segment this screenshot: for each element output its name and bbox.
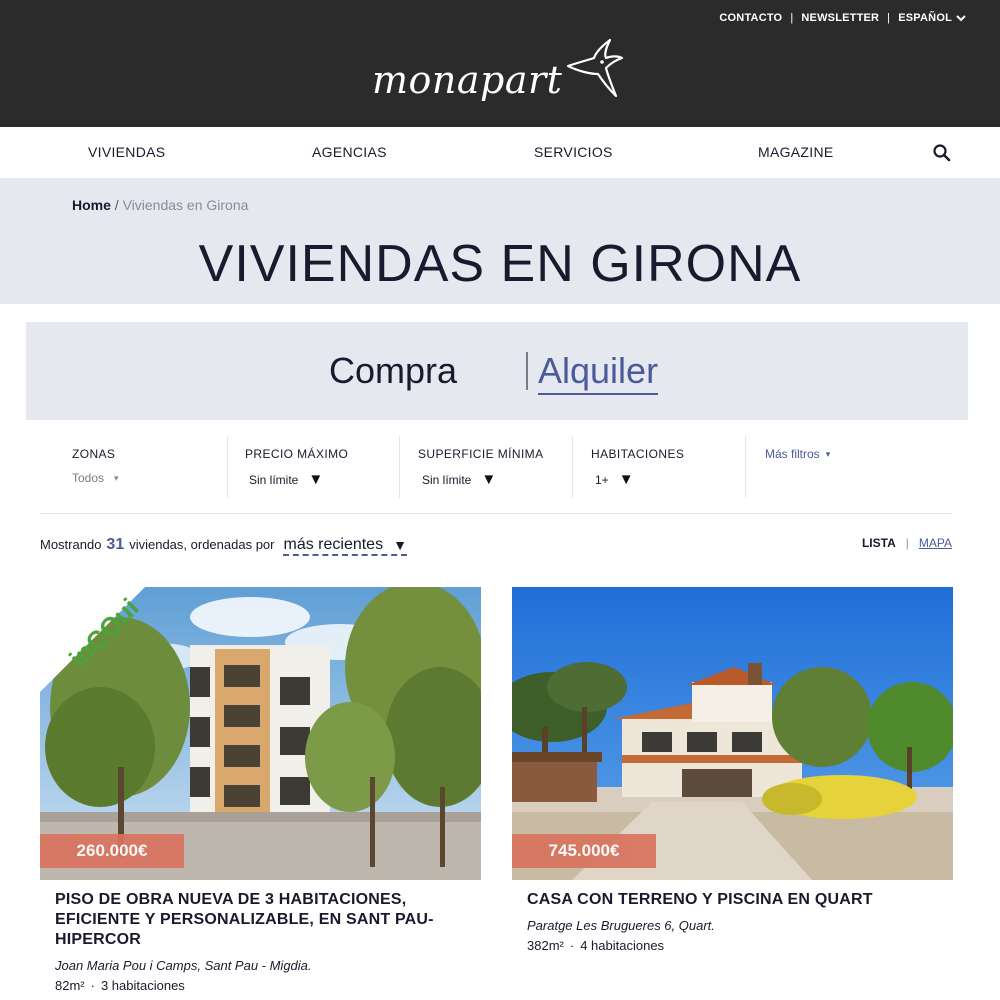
tab-compra[interactable]: Compra bbox=[329, 350, 457, 392]
main-nav: VIVIENDAS AGENCIAS SERVICIOS MAGAZINE bbox=[0, 127, 1000, 178]
page-title: VIVIENDAS EN GIRONA bbox=[198, 235, 802, 293]
results-count: 31 bbox=[106, 536, 125, 553]
caret-down-icon: ▾ bbox=[114, 472, 119, 483]
top-links: CONTACTO | NEWSLETTER | ESPAÑOL bbox=[719, 12, 966, 24]
filter-habitaciones-value[interactable]: 1+ ▼ bbox=[591, 471, 684, 488]
listing-title[interactable]: PISO DE OBRA NUEVA DE 3 HABITACIONES, EF… bbox=[40, 890, 481, 950]
more-filters-link[interactable]: Más filtros ▾ bbox=[765, 447, 830, 461]
filter-superficie-selected: Sin límite bbox=[422, 472, 472, 487]
caret-down-icon: ▾ bbox=[825, 448, 831, 459]
top-link-separator: | bbox=[887, 12, 891, 24]
site-header: CONTACTO | NEWSLETTER | ESPAÑOL monapart bbox=[0, 0, 1000, 127]
tab-divider bbox=[526, 352, 528, 390]
filter-precio-selected: Sin límite bbox=[249, 472, 299, 487]
meta-dot: · bbox=[90, 978, 95, 993]
nav-item-servicios[interactable]: SERVICIOS bbox=[534, 144, 613, 160]
newsletter-link[interactable]: NEWSLETTER bbox=[801, 12, 879, 24]
price-badge: 745.000€ bbox=[512, 834, 656, 868]
nav-item-agencias[interactable]: AGENCIAS bbox=[312, 144, 387, 160]
tab-alquiler[interactable]: Alquiler bbox=[538, 350, 659, 395]
nav-item-magazine[interactable]: MAGAZINE bbox=[758, 144, 834, 160]
sort-select[interactable]: más recientes ▼ bbox=[283, 536, 407, 556]
filter-zonas-label: ZONAS bbox=[72, 447, 116, 461]
meta-dot: · bbox=[569, 938, 575, 953]
language-selector[interactable]: ESPAÑOL bbox=[898, 12, 966, 24]
breadcrumb: Home / Viviendas en Girona bbox=[72, 197, 248, 213]
listing-meta: 382m² · 4 habitaciones bbox=[512, 938, 953, 953]
filters-bar: ZONAS Todos ▾ PRECIO MÁXIMO Sin límite ▼… bbox=[40, 436, 952, 514]
monapart-logo[interactable]: monapart bbox=[372, 36, 624, 104]
results-summary: Mostrando 31 viviendas, ordenadas por má… bbox=[40, 536, 407, 556]
filter-divider bbox=[745, 436, 746, 498]
view-map-button[interactable]: MAPA bbox=[919, 536, 952, 550]
caret-down-icon: ▼ bbox=[308, 471, 324, 488]
more-filters-label: Más filtros bbox=[765, 447, 820, 461]
price-badge: 260.000€ bbox=[40, 834, 184, 868]
chevron-down-icon bbox=[956, 15, 966, 22]
listing-photo[interactable]: inCOui 260.000€ bbox=[40, 587, 481, 880]
listing-address: Joan Maria Pou i Camps, Sant Pau - Migdi… bbox=[55, 958, 312, 973]
filter-divider bbox=[227, 436, 228, 498]
breadcrumb-home[interactable]: Home bbox=[72, 197, 111, 213]
caret-down-icon: ▼ bbox=[618, 471, 634, 488]
filter-superficie-value[interactable]: Sin límite ▼ bbox=[418, 471, 543, 488]
top-link-separator: | bbox=[790, 12, 794, 24]
listing-title[interactable]: CASA CON TERRENO Y PISCINA EN QUART bbox=[512, 890, 953, 910]
filter-zonas[interactable]: ZONAS Todos ▾ bbox=[72, 436, 119, 498]
breadcrumb-current: Viviendas en Girona bbox=[122, 197, 249, 213]
language-label: ESPAÑOL bbox=[898, 12, 952, 24]
listing-rooms: 3 habitaciones bbox=[100, 978, 185, 993]
filter-superficie-minima[interactable]: SUPERFICIE MÍNIMA Sin límite ▼ bbox=[418, 436, 543, 498]
more-filters[interactable]: Más filtros ▾ bbox=[765, 436, 830, 498]
breadcrumb-separator: / bbox=[114, 197, 119, 213]
filter-habitaciones-selected: 1+ bbox=[595, 472, 609, 487]
filter-precio-maximo[interactable]: PRECIO MÁXIMO Sin límite ▼ bbox=[245, 436, 348, 498]
transaction-tabs: Compra Alquiler bbox=[26, 322, 968, 420]
listing-area: 82m² bbox=[55, 978, 85, 993]
sort-selected: más recientes bbox=[283, 536, 384, 553]
logo-text: monapart bbox=[372, 58, 563, 102]
listing-meta: 82m² · 3 habitaciones bbox=[40, 978, 481, 993]
view-toggle: LISTA | MAPA bbox=[862, 536, 952, 550]
contacto-link[interactable]: CONTACTO bbox=[719, 12, 782, 24]
nav-item-viviendas[interactable]: VIVIENDAS bbox=[88, 144, 165, 160]
results-prefix: Mostrando bbox=[40, 537, 102, 552]
filter-divider bbox=[399, 436, 400, 498]
title-band: Home / Viviendas en Girona VIVIENDAS EN … bbox=[0, 178, 1000, 304]
filter-divider bbox=[572, 436, 573, 498]
view-list-button[interactable]: LISTA bbox=[862, 536, 896, 550]
filter-precio-value[interactable]: Sin límite ▼ bbox=[245, 471, 348, 488]
filter-habitaciones[interactable]: HABITACIONES 1+ ▼ bbox=[591, 436, 684, 498]
filter-habitaciones-label: HABITACIONES bbox=[591, 447, 685, 461]
caret-down-icon: ▼ bbox=[393, 537, 407, 553]
listing-area: 382m² bbox=[527, 938, 564, 953]
listing-photo[interactable]: 745.000€ bbox=[512, 587, 953, 880]
results-bar: Mostrando 31 viviendas, ordenadas por má… bbox=[40, 532, 952, 560]
filter-zonas-value[interactable]: Todos ▾ bbox=[72, 471, 119, 485]
view-separator: | bbox=[905, 536, 909, 550]
filter-superficie-label: SUPERFICIE MÍNIMA bbox=[418, 447, 544, 461]
listing-address: Paratge Les Brugueres 6, Quart. bbox=[527, 918, 715, 933]
incoui-ribbon: inCOui bbox=[40, 587, 145, 692]
hummingbird-icon bbox=[567, 38, 624, 98]
filter-precio-label: PRECIO MÁXIMO bbox=[245, 447, 349, 461]
listing-card[interactable]: inCOui 260.000€ PISO DE OBRA NUEVA DE 3 … bbox=[40, 587, 481, 993]
caret-down-icon: ▼ bbox=[481, 471, 497, 488]
listing-rooms: 4 habitaciones bbox=[580, 938, 665, 953]
filter-zonas-selected: Todos bbox=[72, 471, 105, 485]
listing-card[interactable]: 745.000€ CASA CON TERRENO Y PISCINA EN Q… bbox=[512, 587, 953, 953]
results-suffix: viviendas, ordenadas por bbox=[129, 537, 275, 552]
search-icon[interactable] bbox=[932, 143, 952, 163]
